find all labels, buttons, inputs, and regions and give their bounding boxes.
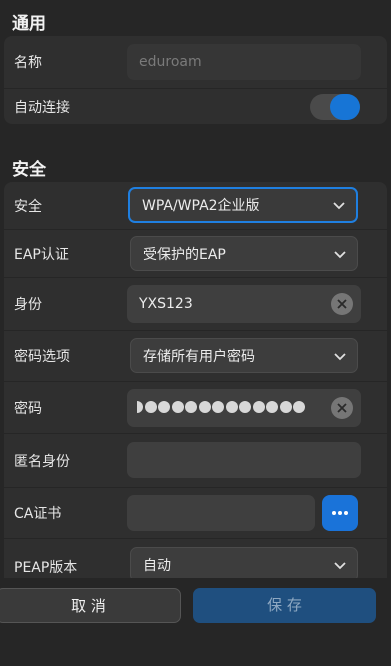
chevron-down-icon [334, 352, 346, 360]
password-option-row: 密码选项 存储所有用户密码 [4, 331, 387, 382]
password-row: 密码 [4, 382, 387, 434]
identity-row: 身份 YXS123 [4, 278, 387, 331]
anonymous-input[interactable] [127, 442, 361, 478]
clear-password-button[interactable] [331, 397, 353, 419]
password-option-value: 存储所有用户密码 [143, 348, 255, 365]
more-icon [332, 511, 350, 530]
security-section-title: 安全 [12, 160, 46, 180]
clear-identity-button[interactable] [331, 293, 353, 315]
security-select-value: WPA/WPA2企业版 [142, 198, 260, 214]
identity-input[interactable]: YXS123 [127, 285, 361, 323]
ca-row: CA证书 [4, 488, 387, 539]
eap-select[interactable]: 受保护的EAP [130, 236, 358, 271]
autoconnect-label: 自动连接 [14, 99, 70, 116]
chevron-down-icon [334, 250, 346, 258]
security-row: 安全 WPA/WPA2企业版 [4, 182, 387, 230]
save-button[interactable]: 保 存 [193, 588, 376, 623]
security-label: 安全 [14, 198, 42, 215]
anonymous-label: 匿名身份 [14, 453, 70, 470]
identity-label: 身份 [14, 297, 42, 313]
password-label: 密码 [14, 400, 42, 417]
eap-row: EAP认证 受保护的EAP [4, 230, 387, 278]
close-icon [337, 403, 347, 413]
ca-input[interactable] [127, 495, 315, 531]
name-field[interactable]: eduroam [127, 44, 361, 80]
cancel-button[interactable]: 取 消 [0, 588, 181, 623]
autoconnect-toggle[interactable] [310, 94, 360, 120]
password-input[interactable] [127, 389, 361, 427]
eap-select-value: 受保护的EAP [143, 246, 226, 263]
security-card: 安全 WPA/WPA2企业版 EAP认证 受保护的EAP 身份 YXS123 密… [4, 182, 387, 582]
peap-select[interactable]: 自动 [130, 547, 358, 582]
name-value: eduroam [139, 54, 202, 70]
identity-value: YXS123 [139, 296, 193, 312]
security-select[interactable]: WPA/WPA2企业版 [128, 187, 358, 223]
autoconnect-row: 自动连接 [4, 89, 387, 124]
peap-label: PEAP版本 [14, 560, 78, 576]
anonymous-row: 匿名身份 [4, 434, 387, 488]
peap-row: PEAP版本 自动 [4, 539, 387, 582]
close-icon [337, 299, 347, 309]
general-card: 名称 eduroam 自动连接 [4, 36, 387, 124]
password-masked-value [137, 401, 307, 415]
name-label: 名称 [14, 55, 42, 71]
browse-ca-button[interactable] [322, 495, 358, 531]
chevron-down-icon [333, 202, 345, 210]
name-row: 名称 eduroam [4, 36, 387, 89]
chevron-down-icon [334, 561, 346, 569]
password-option-select[interactable]: 存储所有用户密码 [130, 338, 358, 373]
eap-label: EAP认证 [14, 246, 69, 263]
ca-label: CA证书 [14, 506, 62, 522]
peap-value: 自动 [143, 557, 171, 574]
toggle-knob [330, 94, 360, 120]
password-option-label: 密码选项 [14, 349, 70, 365]
general-section-title: 通用 [12, 14, 46, 34]
